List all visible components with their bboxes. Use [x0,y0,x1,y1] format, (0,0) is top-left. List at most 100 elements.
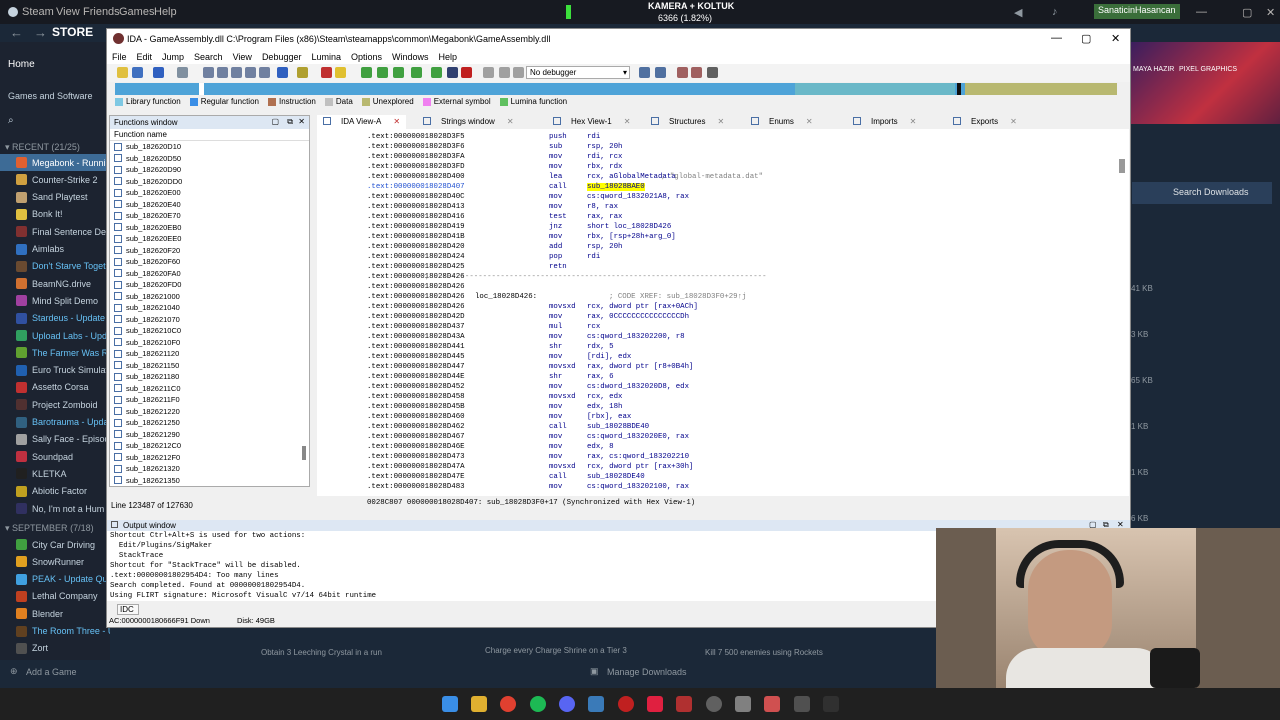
back-icon[interactable] [153,67,164,78]
library-game-item[interactable]: Aimlabs [0,241,110,258]
toolbar-icon[interactable] [297,67,308,78]
library-game-item[interactable]: PEAK - Update Que [0,571,110,588]
close-tab-icon[interactable]: ✕ [624,117,631,126]
tab-hex-view-1[interactable]: Hex View-1 ✕ [547,115,636,129]
maximize-icon[interactable]: ▢ [1242,6,1252,19]
disasm-line[interactable]: .text:000000018028D400 lea rcx, aGlobalMet… [317,173,1129,183]
ida-icon[interactable] [764,696,780,712]
home-link[interactable]: Home [8,59,35,70]
library-game-item[interactable]: Project Zomboid [0,396,110,413]
disasm-line[interactable]: .text:000000018028D483 mov cs:qword_183202… [317,483,1129,493]
disasm-line[interactable]: .text:000000018028D437 mul rcx [317,323,1129,333]
function-list-item[interactable]: sub_182621000 [110,291,309,303]
forward-arrow-icon[interactable]: → [34,25,47,40]
function-list-item[interactable]: sub_182620FA0 [110,268,309,280]
maximize-icon[interactable]: ▢ [1081,32,1091,45]
function-list-item[interactable]: sub_182620E70 [110,210,309,222]
function-list-item[interactable]: sub_1826210C0 [110,325,309,337]
start-icon[interactable] [442,696,458,712]
toolbar-icon[interactable] [259,67,270,78]
toolbar-icon[interactable] [447,67,458,78]
function-list-item[interactable]: sub_182620F60 [110,256,309,268]
toolbar-icon[interactable] [321,67,332,78]
add-game-button[interactable]: Add a Game [26,667,77,677]
user-menu[interactable]: SanaticinHasancan [1094,4,1180,19]
search-downloads-input[interactable]: Search Downloads [1132,182,1272,204]
disasm-line[interactable]: .text:000000018028D426; ----------------… [317,273,1129,283]
function-list-item[interactable]: sub_182620D50 [110,153,309,165]
disasm-line[interactable]: .text:000000018028D424 pop rdi [317,253,1129,263]
function-list-item[interactable]: sub_182621040 [110,302,309,314]
toolbar-icon[interactable] [691,67,702,78]
close-icon[interactable]: ✕ [1266,6,1275,19]
function-list-item[interactable]: sub_1826211C0 [110,383,309,395]
disasm-line[interactable]: .text:000000018028D407 call sub_18028BAE0 [317,183,1129,193]
down-arrow-icon[interactable] [277,67,288,78]
debugger-select[interactable]: No debugger ▾ [526,66,630,79]
close-icon[interactable]: ✕ [1111,32,1120,45]
float-icon[interactable]: ⧉ [287,117,293,127]
disasm-scrollbar-thumb[interactable] [1119,159,1125,173]
function-name-column[interactable]: Function name [110,129,309,141]
function-list-item[interactable]: sub_182620F20 [110,245,309,257]
disasm-line[interactable]: .text:000000018028D44E shr rax, 6 [317,373,1129,383]
library-game-item[interactable]: The Room Three - Update Paused [0,623,110,640]
disasm-line[interactable]: .text:000000018028D425 retn [317,263,1129,273]
ida-menu-options[interactable]: Options [346,50,387,64]
ida-menu-file[interactable]: File [107,50,132,64]
disasm-line[interactable]: .text:000000018028D426 movsxd rcx, dword p… [317,303,1129,313]
library-game-item[interactable]: No, I'm not a Hum [0,500,110,517]
disasm-line[interactable]: .text:000000018028D43A mov cs:qword_183202… [317,333,1129,343]
disasm-line[interactable]: .text:000000018028D416 test rax, rax [317,213,1129,223]
disasm-line[interactable]: .text:000000018028D467 mov cs:qword_183202… [317,433,1129,443]
library-game-item[interactable]: Megabonk - Runnin [0,154,110,171]
toolbar-icon[interactable] [393,67,404,78]
close-tab-icon[interactable]: ✕ [717,117,724,126]
function-list-item[interactable]: sub_182620D90 [110,164,309,176]
toolbar-icon[interactable] [655,67,666,78]
function-list-item[interactable]: sub_182620D10 [110,141,309,153]
close-tab-icon[interactable]: ✕ [393,117,400,126]
toolbar-icon[interactable] [639,67,650,78]
disasm-line[interactable]: .text:000000018028D47A movsxd rcx, dword p… [317,463,1129,473]
toolbar-icon[interactable] [361,67,372,78]
function-list-item[interactable]: sub_1826212F0 [110,452,309,464]
library-game-item[interactable]: Soundpad [0,448,110,465]
toolbar-icon[interactable] [431,67,442,78]
disasm-line[interactable]: .text:000000018028D426 loc_18028D426: ; CO… [317,293,1129,303]
function-list-item[interactable]: sub_182620EB0 [110,222,309,234]
disasm-line[interactable]: .text:000000018028D40C mov cs:qword_183202… [317,193,1129,203]
disasm-line[interactable]: .text:000000018028D45B mov edx, 18h [317,403,1129,413]
save-icon[interactable] [132,67,143,78]
file-explorer-icon[interactable] [471,696,487,712]
library-game-item[interactable]: City Car Driving [0,536,110,553]
steam-menu-help[interactable]: Help [154,6,177,18]
library-game-item[interactable]: Stardeus - Update [0,310,110,327]
app-icon[interactable] [647,696,663,712]
toolbar-icon[interactable] [203,67,214,78]
function-list-item[interactable]: sub_182621250 [110,417,309,429]
scrollbar-thumb[interactable] [302,446,306,460]
library-game-item[interactable]: Barotrauma - Upda [0,414,110,431]
disasm-line[interactable]: .text:000000018028D452 mov cs:dword_183202… [317,383,1129,393]
ida-menu-debugger[interactable]: Debugger [257,50,307,64]
ida-menu-search[interactable]: Search [189,50,228,64]
function-list-item[interactable]: sub_1826212C0 [110,440,309,452]
ida-menu-help[interactable]: Help [434,50,463,64]
ida-menu-lumina[interactable]: Lumina [306,50,346,64]
stop-icon[interactable] [513,67,524,78]
toolbar-icon[interactable] [377,67,388,78]
toolbar-icon[interactable] [677,67,688,78]
library-game-item[interactable]: Euro Truck Simulat [0,362,110,379]
library-game-item[interactable]: Sally Face - Episod [0,431,110,448]
library-game-item[interactable]: Sand Playtest [0,189,110,206]
disasm-line[interactable]: .text:000000018028D445 mov [rdi], edx [317,353,1129,363]
function-list-item[interactable]: sub_182621180 [110,371,309,383]
close-tab-icon[interactable]: ✕ [1010,117,1017,126]
close-icon[interactable]: ✕ [298,117,305,126]
toolbar-icon[interactable] [335,67,346,78]
idc-language-button[interactable]: IDC [117,604,139,615]
september-section-header[interactable]: ▾ SEPTEMBER (7/18) [0,523,94,534]
disasm-line[interactable]: .text:000000018028D47E call sub_18028DE40 [317,473,1129,483]
library-game-item[interactable]: Mind Split Demo [0,292,110,309]
